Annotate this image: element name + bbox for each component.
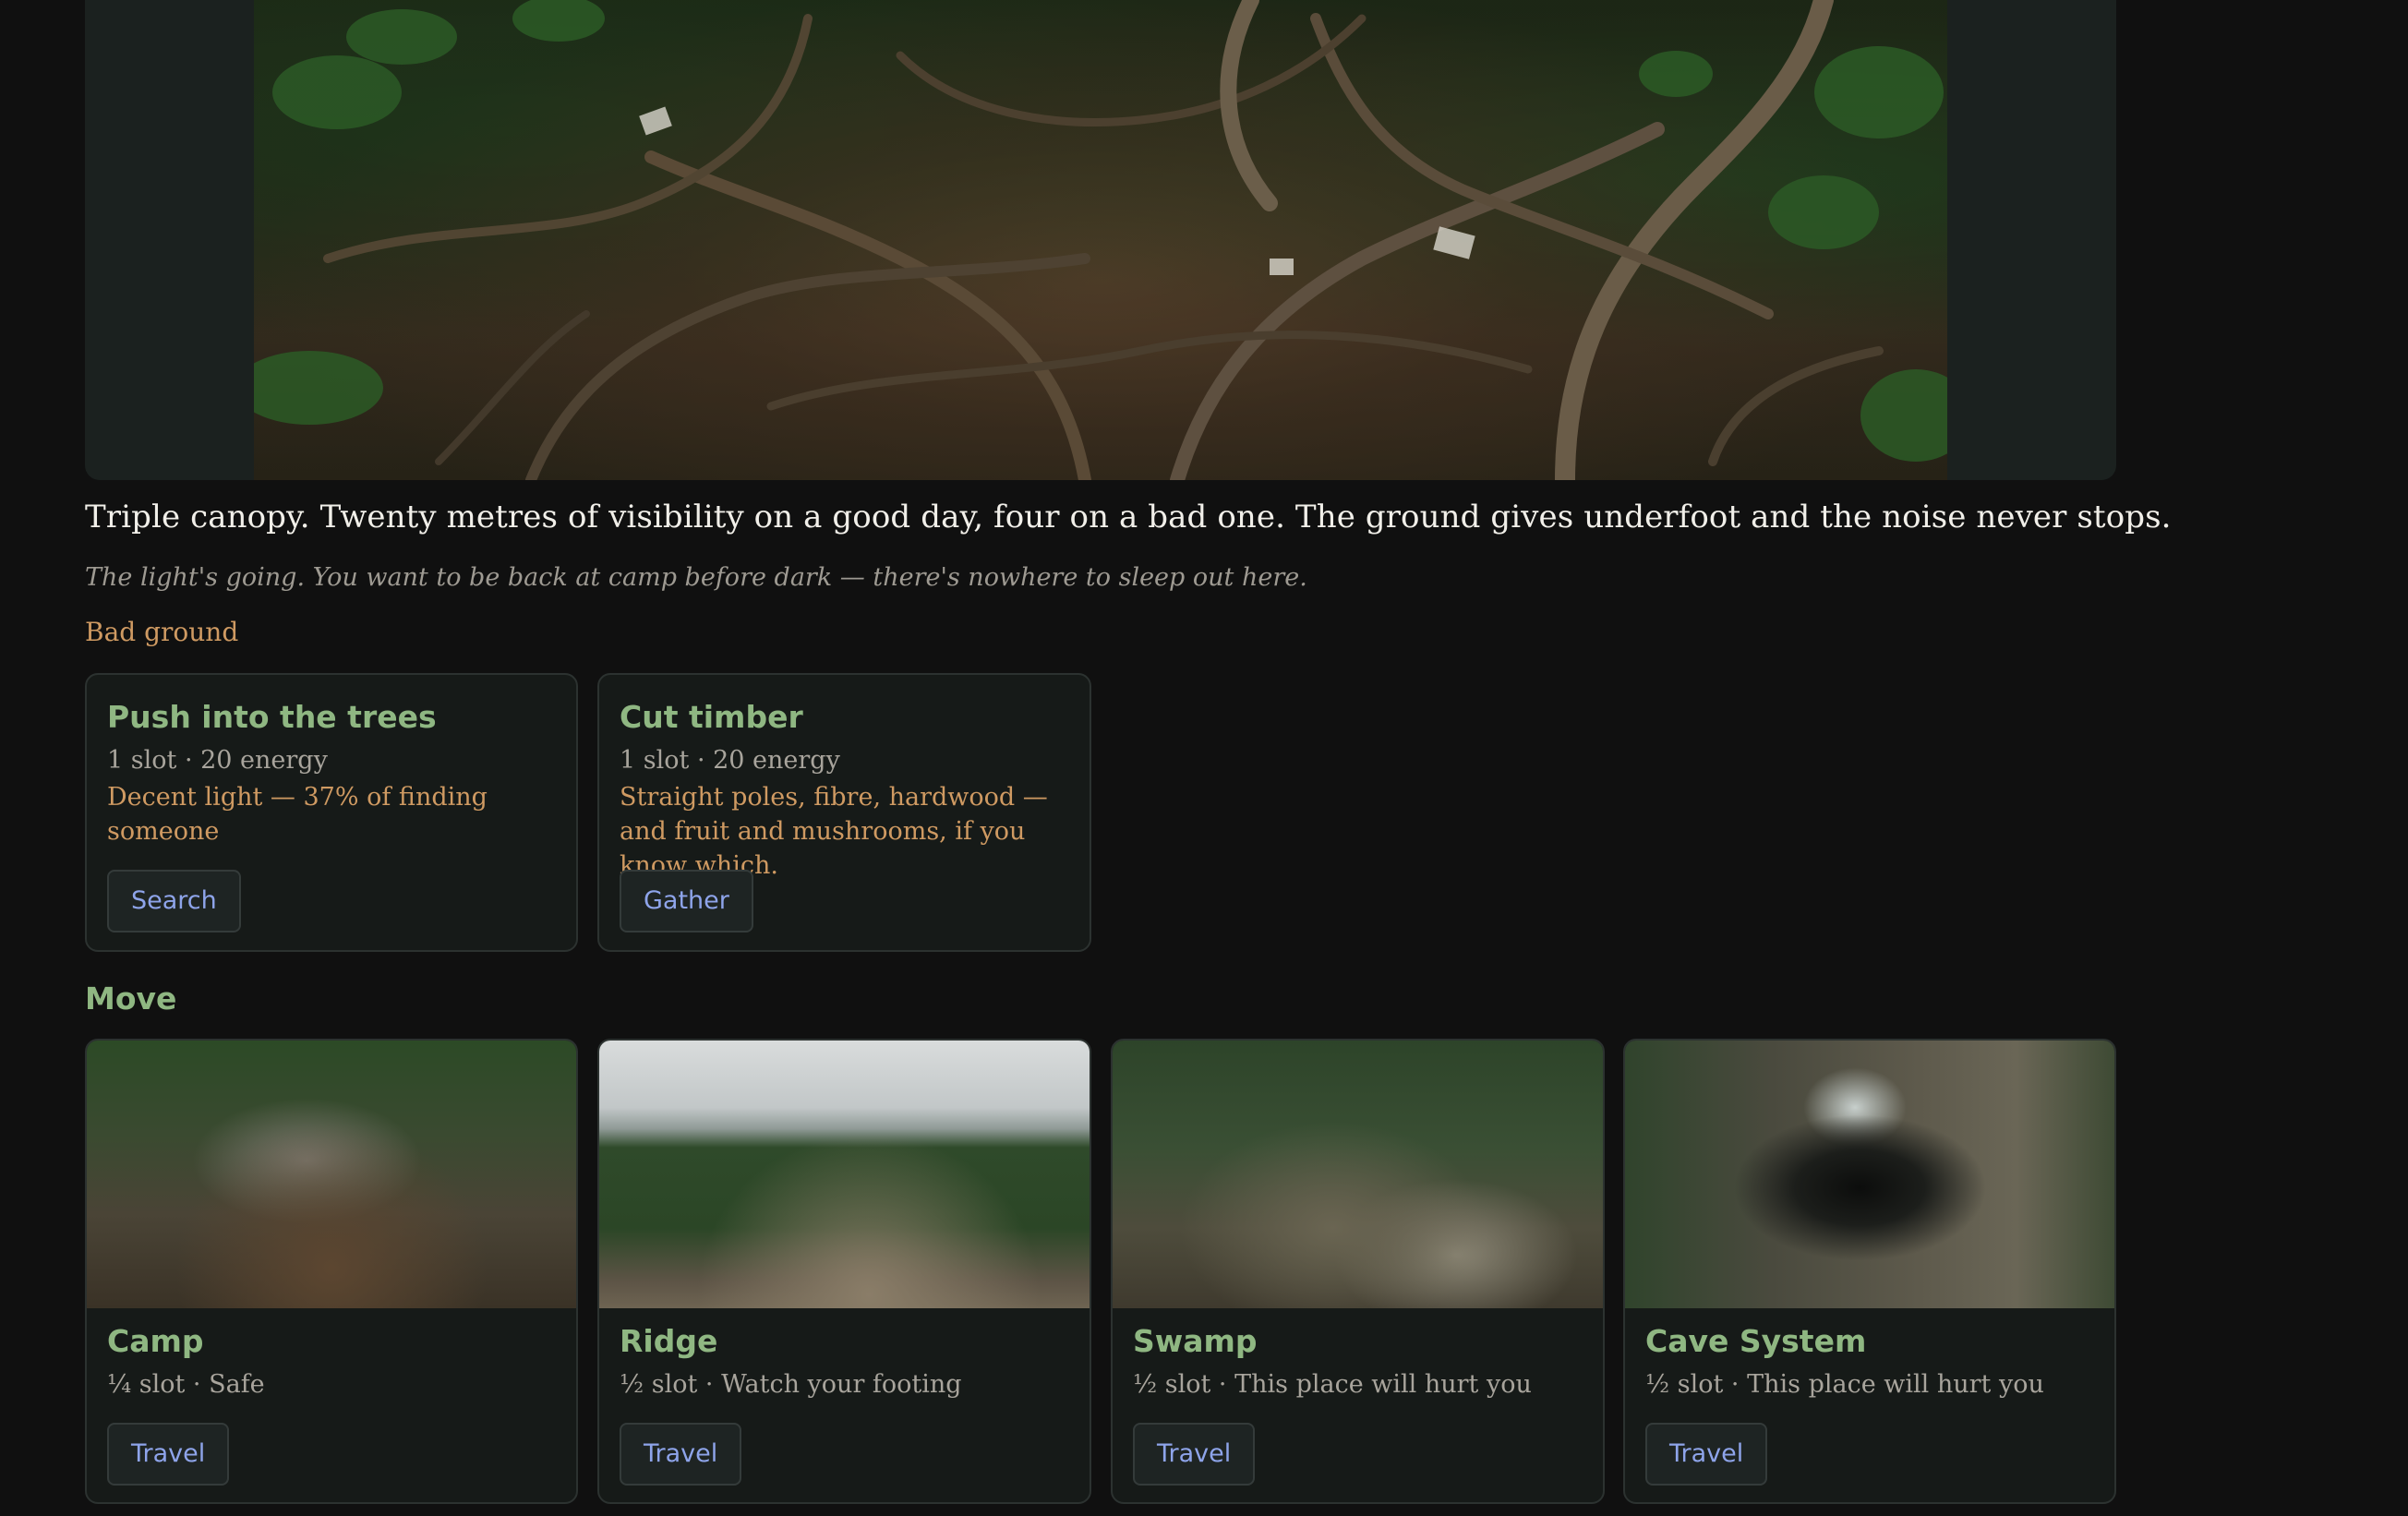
gather-button[interactable]: Gather xyxy=(620,870,753,932)
action-card-gather: Cut timber 1 slot · 20 energy Straight p… xyxy=(597,673,1091,952)
cave-system-image xyxy=(1625,1041,2114,1308)
move-section-title: Move xyxy=(85,981,177,1017)
destination-meta: ½ slot · Watch your footing xyxy=(620,1370,962,1399)
location-image-frame xyxy=(85,0,2116,480)
action-note: Straight poles, fibre, hardwood — and fr… xyxy=(620,783,1048,880)
destination-name: Swamp xyxy=(1133,1323,1258,1359)
destination-card-swamp: Swamp ½ slot · This place will hurt you … xyxy=(1111,1039,1605,1504)
travel-button-cave-system[interactable]: Travel xyxy=(1645,1423,1768,1486)
destination-meta: ½ slot · This place will hurt you xyxy=(1133,1370,1532,1399)
travel-button-camp[interactable]: Travel xyxy=(107,1423,230,1486)
ground-label: Bad ground xyxy=(85,617,239,647)
swamp-image xyxy=(1113,1041,1603,1308)
destination-name: Cave System xyxy=(1645,1323,1867,1359)
destination-name: Ridge xyxy=(620,1323,718,1359)
destination-meta: ¼ slot · Safe xyxy=(107,1370,265,1399)
action-title: Cut timber xyxy=(620,699,803,735)
travel-button-ridge[interactable]: Travel xyxy=(620,1423,742,1486)
jungle-floor-image xyxy=(254,0,1947,480)
action-title: Push into the trees xyxy=(107,699,437,735)
destination-card-camp: Camp ¼ slot · Safe Travel xyxy=(85,1039,578,1504)
travel-button-swamp[interactable]: Travel xyxy=(1133,1423,1256,1486)
destination-name: Camp xyxy=(107,1323,204,1359)
location-warning: The light's going. You want to be back a… xyxy=(85,563,1307,592)
action-meta: 1 slot · 20 energy xyxy=(107,746,328,775)
destination-meta: ½ slot · This place will hurt you xyxy=(1645,1370,2044,1399)
destination-card-cave-system: Cave System ½ slot · This place will hur… xyxy=(1623,1039,2116,1504)
camp-image xyxy=(87,1041,576,1308)
destination-card-ridge: Ridge ½ slot · Watch your footing Travel xyxy=(597,1039,1091,1504)
action-note: Decent light — 37% of finding someone xyxy=(107,783,488,846)
location-description: Triple canopy. Twenty metres of visibili… xyxy=(85,499,2172,535)
action-card-search: Push into the trees 1 slot · 20 energy D… xyxy=(85,673,578,952)
ridge-image xyxy=(599,1041,1090,1308)
action-meta: 1 slot · 20 energy xyxy=(620,746,840,775)
search-button[interactable]: Search xyxy=(107,870,241,932)
